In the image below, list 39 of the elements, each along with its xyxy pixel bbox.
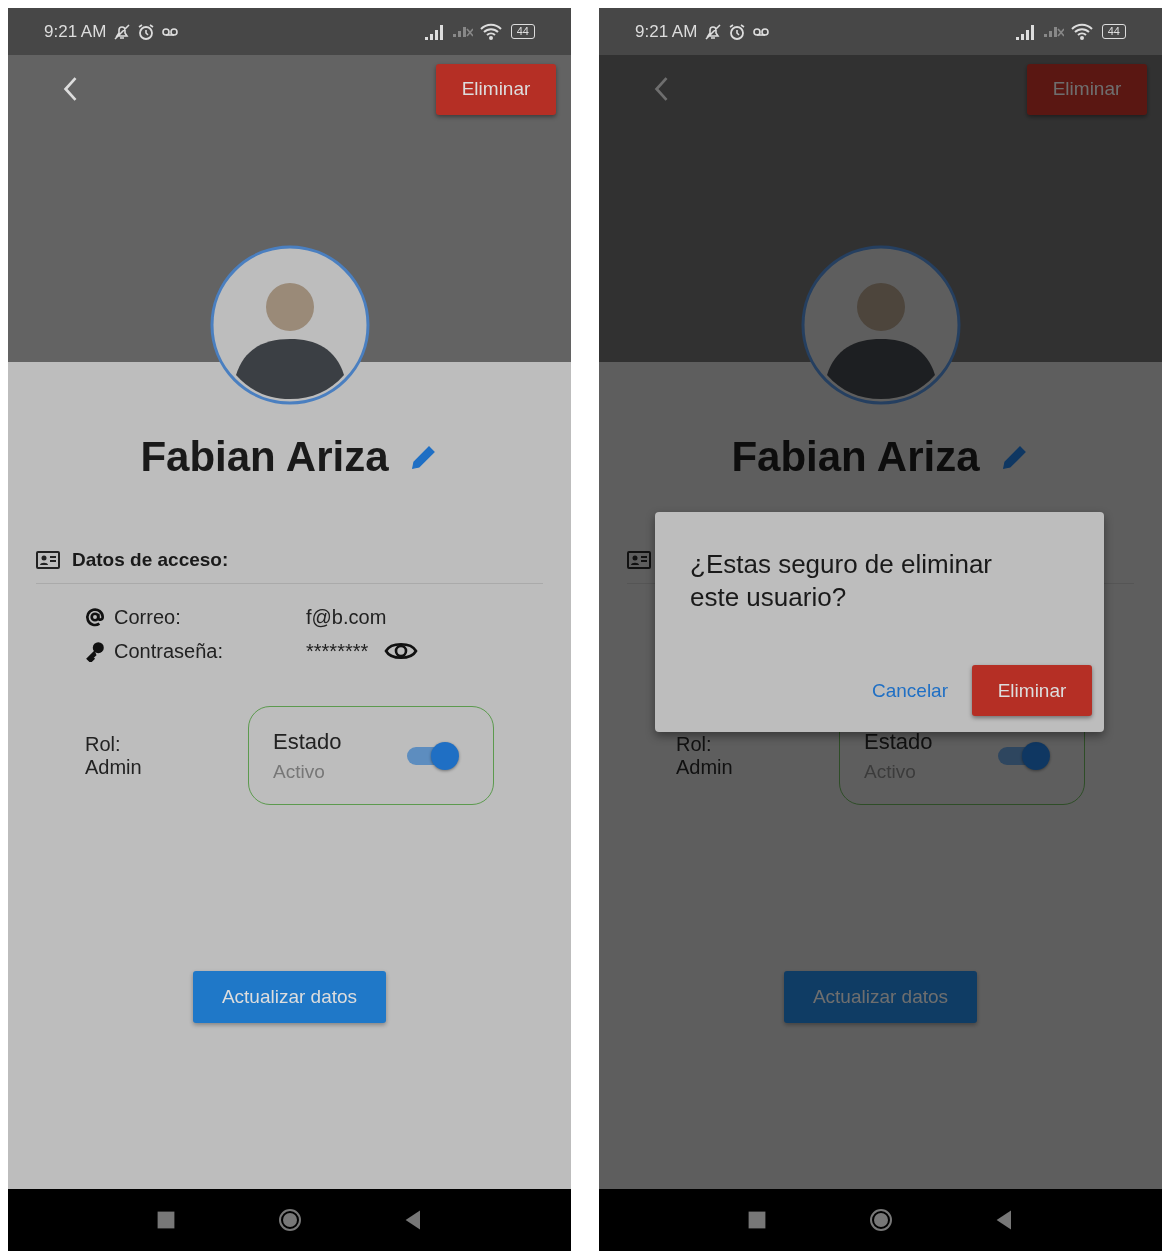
status-title: Estado	[273, 728, 342, 755]
wifi-icon	[1069, 21, 1094, 42]
user-name: Fabian Ariza	[731, 433, 980, 481]
battery-level: 44	[510, 24, 535, 39]
wifi-icon	[478, 21, 503, 42]
delete-button[interactable]: Eliminar	[1027, 63, 1147, 115]
update-button[interactable]: Actualizar datos	[193, 971, 386, 1023]
field-value: f@b.com	[306, 605, 387, 629]
field-value: ********	[306, 639, 369, 663]
no-signal-icon	[1043, 26, 1064, 37]
id-card-icon	[627, 550, 651, 570]
update-button[interactable]: Actualizar datos	[784, 971, 977, 1023]
role-value: Admin	[676, 755, 734, 779]
role-label: Rol:	[85, 732, 122, 756]
user-name: Fabian Ariza	[140, 433, 389, 481]
confirm-button[interactable]: Eliminar	[972, 665, 1092, 716]
role-value: Admin	[85, 755, 143, 779]
role-label: Rol:	[676, 732, 713, 756]
delete-button[interactable]: Eliminar	[436, 63, 556, 115]
cancel-button[interactable]: Cancelar	[869, 671, 950, 710]
at-sign-icon	[84, 606, 106, 628]
bell-off-icon	[112, 21, 133, 42]
section-title: Datos de acceso:	[72, 549, 229, 571]
status-value: Activo	[273, 760, 326, 783]
status-time: 9:21 AM	[44, 21, 107, 42]
bell-off-icon	[703, 21, 724, 42]
status-switch[interactable]	[998, 742, 1048, 769]
field-label: Contraseña:	[114, 639, 224, 663]
id-card-icon	[36, 550, 60, 570]
field-label: Correo:	[114, 605, 182, 629]
home-icon[interactable]	[868, 1208, 893, 1232]
battery-level: 44	[1101, 24, 1126, 39]
status-switch[interactable]	[407, 742, 457, 769]
home-icon[interactable]	[277, 1208, 302, 1232]
status-time: 9:21 AM	[635, 21, 698, 42]
no-signal-icon	[452, 26, 473, 37]
key-icon	[84, 640, 106, 662]
dialog-message: ¿Estas seguro de eliminar este usuario?	[690, 548, 994, 614]
status-title: Estado	[864, 728, 933, 755]
